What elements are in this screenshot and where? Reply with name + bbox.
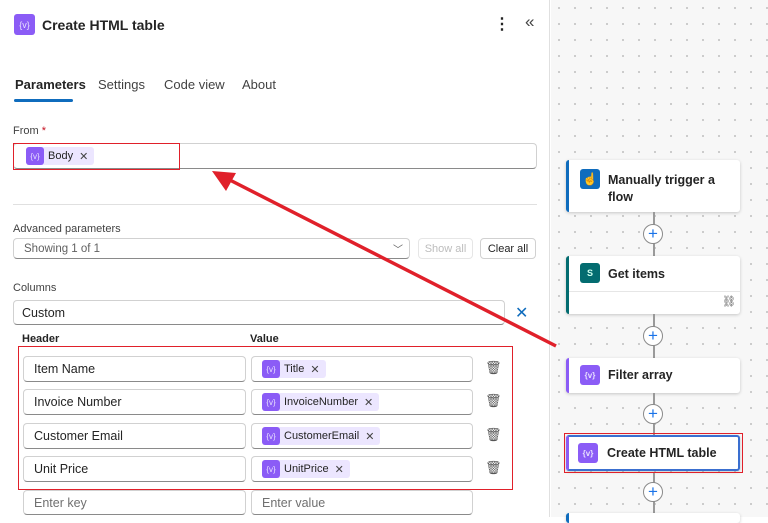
arrow-line bbox=[221, 174, 557, 348]
annotation-arrow bbox=[212, 171, 557, 348]
